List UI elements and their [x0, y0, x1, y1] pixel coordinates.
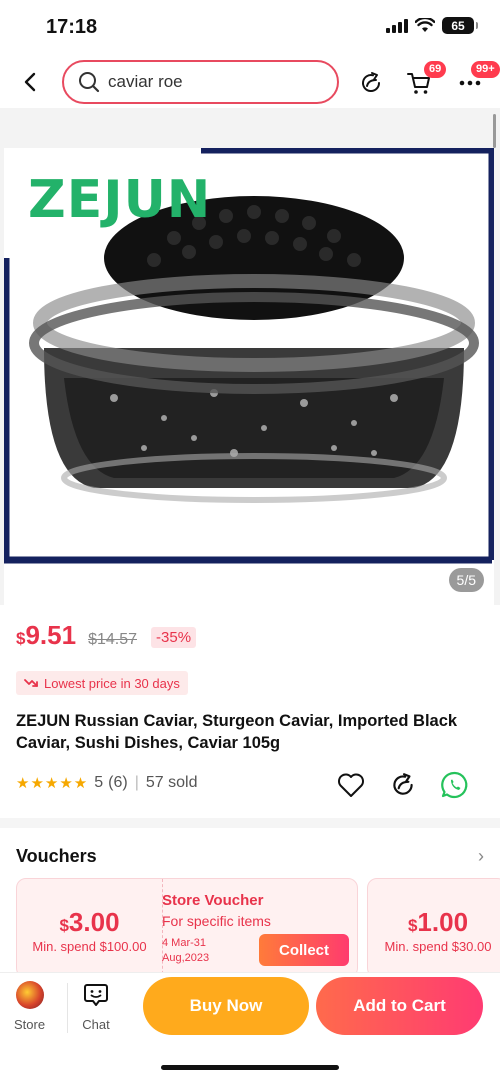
- share-icon: [393, 773, 413, 795]
- store-button[interactable]: Store: [14, 981, 45, 1032]
- cart-badge: 69: [424, 61, 447, 78]
- chat-label: Chat: [82, 1017, 110, 1032]
- voucher-min-spend: Min. spend $30.00: [384, 939, 492, 954]
- chat-button[interactable]: Chat: [82, 981, 110, 1032]
- product-title: ZEJUN Russian Caviar, Sturgeon Caviar, I…: [16, 712, 458, 752]
- status-bar: 17:18 65: [0, 0, 500, 52]
- gallery-scroll-thumb: [493, 114, 496, 148]
- heart-icon: [338, 773, 364, 797]
- buy-now-button[interactable]: Buy Now: [143, 977, 309, 1035]
- vouchers-more-chevron-icon[interactable]: ›: [478, 846, 484, 867]
- wishlist-button[interactable]: [336, 770, 366, 800]
- bottom-action-bar: Store Chat Buy Now Add to Cart: [0, 972, 500, 1080]
- image-counter: 5/5: [448, 568, 484, 592]
- product-image-gallery[interactable]: ZEJUN 5/5: [0, 108, 500, 605]
- chevron-left-icon: [24, 72, 36, 92]
- back-button[interactable]: [16, 66, 44, 98]
- voucher-value: 3.00: [68, 907, 120, 937]
- share-button[interactable]: [356, 68, 386, 98]
- signal-icon: [386, 18, 408, 33]
- star-rating-icon: ★★★★★: [16, 775, 89, 792]
- collect-voucher-button[interactable]: Collect: [259, 934, 349, 966]
- wifi-icon: [415, 18, 435, 32]
- whatsapp-icon: [441, 771, 468, 799]
- voucher-currency: $: [59, 916, 69, 935]
- original-price: $14.57: [88, 631, 138, 648]
- brand-logo: ZEJUN: [28, 170, 212, 230]
- chat-icon: [82, 981, 110, 1009]
- store-label: Store: [14, 1017, 46, 1032]
- lowest-price-text: Lowest price in 30 days: [44, 675, 180, 691]
- vouchers-heading: Vouchers: [16, 846, 97, 866]
- more-badge: 99+: [471, 61, 500, 78]
- search-query: caviar roe: [108, 72, 183, 91]
- price: 9.51: [25, 620, 77, 650]
- status-time: 17:18: [46, 16, 98, 38]
- voucher-currency: $: [407, 916, 418, 935]
- rating-count: (6): [108, 774, 128, 791]
- cart-button[interactable]: 69: [404, 61, 447, 98]
- add-to-cart-button[interactable]: Add to Cart: [316, 977, 483, 1035]
- search-input[interactable]: caviar roe: [62, 60, 339, 104]
- section-divider: [0, 818, 500, 828]
- rating-value: 5: [94, 774, 104, 791]
- lowest-price-tag: Lowest price in 30 days: [16, 671, 188, 695]
- voucher-label: Store Voucher: [162, 892, 264, 909]
- more-icon: [459, 80, 481, 86]
- voucher-dates: 4 Mar-31 Aug,2023: [162, 937, 210, 964]
- share-product-button[interactable]: [388, 770, 418, 800]
- top-header: caviar roe 69 99+: [0, 56, 500, 108]
- bottom-bar-divider: [67, 983, 68, 1033]
- rating-row[interactable]: ★★★★★ 5 (6) | 57 sold: [16, 774, 197, 792]
- status-icons: 65: [386, 17, 478, 34]
- rating-separator: |: [134, 774, 139, 791]
- discount-badge: -35%: [151, 627, 197, 648]
- battery-icon: 65: [442, 17, 478, 34]
- more-button[interactable]: 99+: [455, 61, 500, 98]
- sold-count: 57 sold: [145, 774, 198, 791]
- voucher-value: 1.00: [417, 907, 469, 937]
- product-actions: [336, 770, 470, 800]
- home-indicator: [161, 1065, 339, 1070]
- whatsapp-share-button[interactable]: [440, 770, 470, 800]
- search-icon: [79, 72, 100, 93]
- store-avatar: [15, 981, 44, 1009]
- voucher-amount: $1.00: [368, 907, 500, 938]
- battery-level: 65: [451, 18, 465, 33]
- voucher-min-spend: Min. spend $100.00: [32, 939, 147, 954]
- voucher-card: $3.00 Min. spend $100.00 Store Voucher F…: [16, 878, 358, 978]
- price-currency: $: [16, 629, 26, 648]
- voucher-card: $1.00 Min. spend $30.00: [367, 878, 500, 978]
- trend-down-icon: [24, 679, 38, 687]
- voucher-amount: $3.00: [17, 907, 162, 938]
- price-row: $ 9.51 $14.57 -35%: [16, 620, 197, 651]
- share-icon: [362, 72, 381, 92]
- voucher-scope: For specific items: [162, 913, 271, 929]
